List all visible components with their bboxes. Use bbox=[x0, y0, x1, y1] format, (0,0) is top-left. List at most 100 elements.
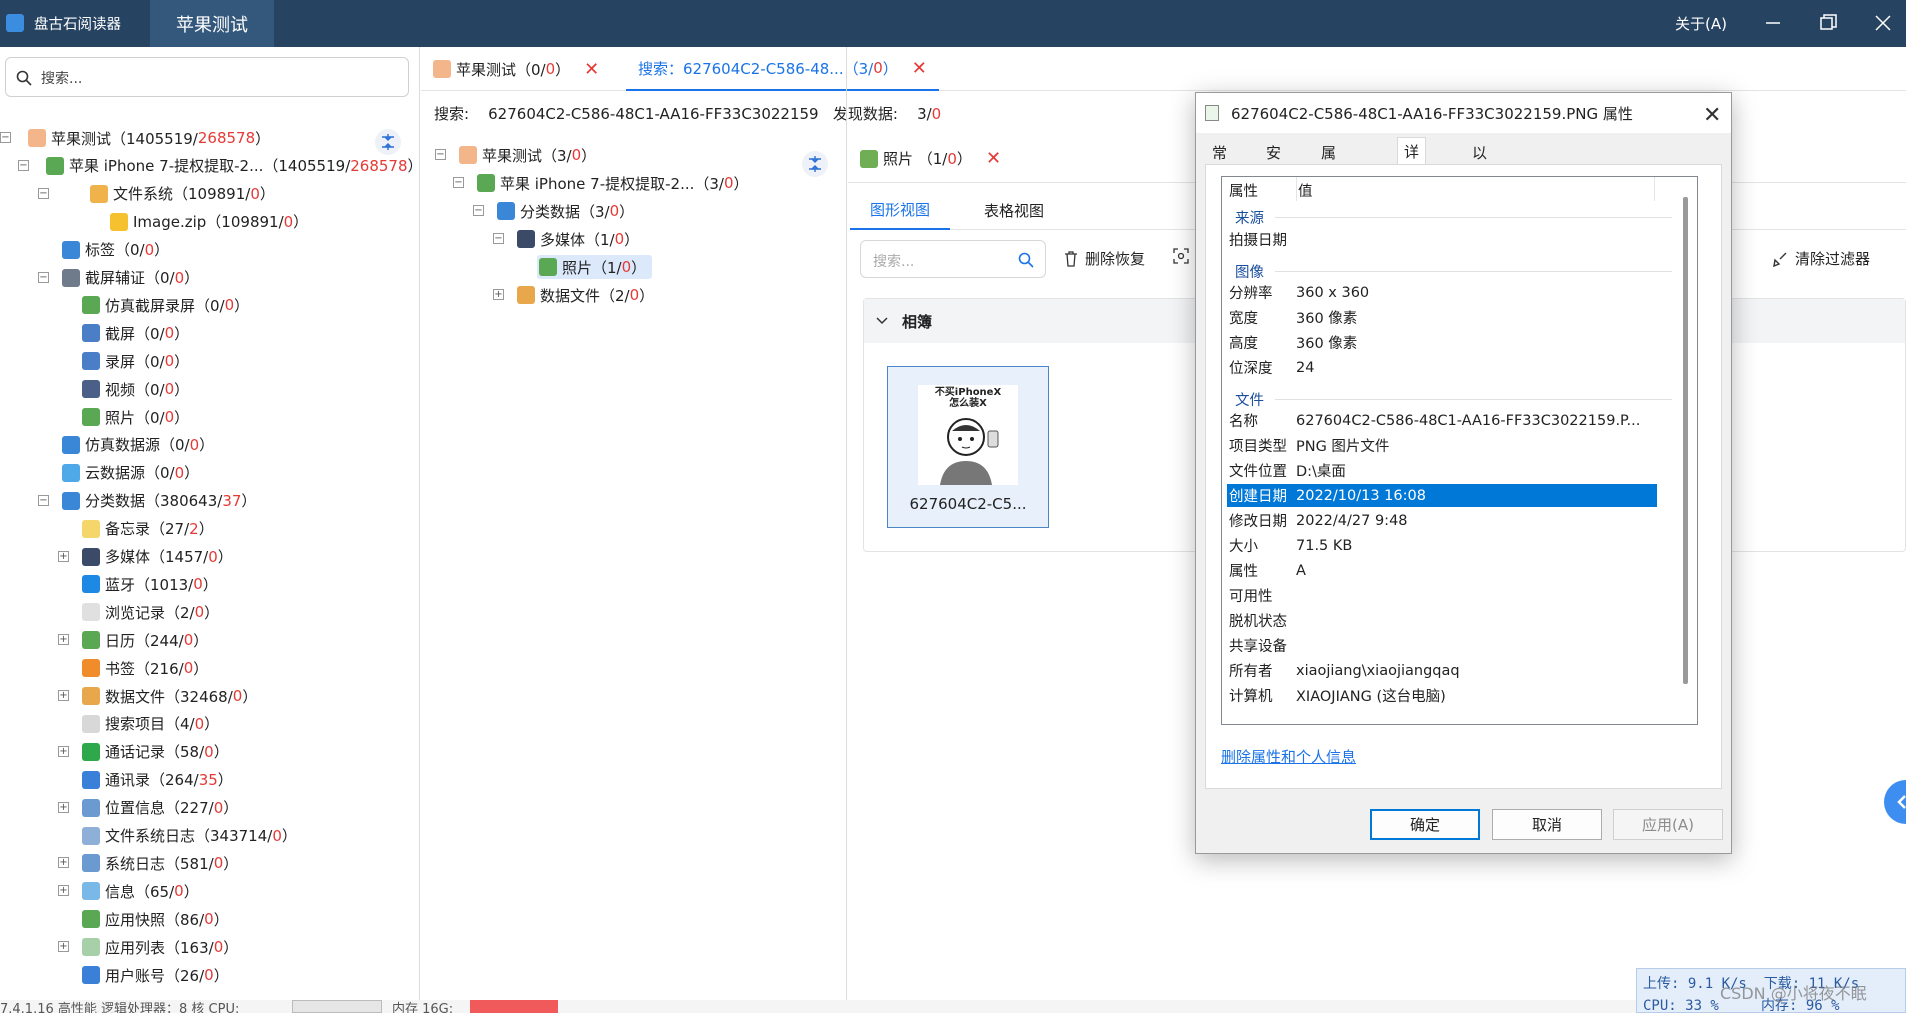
prop-row-selected[interactable]: 创建日期 2022/10/13 16:08 bbox=[1227, 484, 1657, 507]
tree-node[interactable]: 云数据源（0/0） bbox=[62, 461, 199, 485]
close-tab-icon[interactable]: ✕ bbox=[912, 58, 927, 79]
tree-node[interactable]: 数据文件（2/0） bbox=[517, 283, 654, 307]
property-list[interactable]: 属性 值 来源 拍摄日期 图像 分辨率 360 x 360 宽度 360 像素 高度… bbox=[1221, 176, 1698, 725]
tab-attr-modify[interactable]: 属性修改 bbox=[1315, 139, 1342, 225]
expand-toggle-icon[interactable]: + bbox=[58, 801, 69, 813]
minimize-icon[interactable] bbox=[1762, 12, 1784, 34]
tree-node[interactable]: 截屏（0/0） bbox=[82, 321, 189, 345]
tree-node[interactable]: 备忘录（27/2） bbox=[82, 517, 214, 541]
tree-node[interactable]: 搜索项目（4/0） bbox=[82, 712, 219, 736]
tree-search-input[interactable]: 搜索... bbox=[5, 57, 409, 97]
prop-row[interactable]: 共享设备 bbox=[1227, 634, 1657, 657]
prop-row[interactable]: 位深度 24 bbox=[1227, 356, 1657, 379]
expand-toggle-icon[interactable]: + bbox=[58, 857, 69, 869]
tree-node[interactable]: 位置信息（227/0） bbox=[82, 796, 238, 820]
tree-node[interactable]: 数据文件（32468/0） bbox=[82, 684, 257, 708]
tab-table-view[interactable]: 表格视图 bbox=[968, 190, 1060, 230]
tab-security[interactable]: 安全 bbox=[1260, 139, 1287, 183]
prop-row[interactable]: 拍摄日期 bbox=[1227, 228, 1657, 251]
screenshot-icon[interactable] bbox=[1173, 248, 1189, 264]
close-window-icon[interactable] bbox=[1872, 12, 1894, 34]
tree-node[interactable]: 多媒体（1/0） bbox=[517, 227, 639, 251]
tree-node[interactable]: 通讯录（264/35） bbox=[82, 768, 233, 792]
tree-node[interactable]: 应用快照（86/0） bbox=[82, 907, 229, 931]
collapse-toggle-icon[interactable]: − bbox=[18, 159, 29, 171]
apply-button[interactable]: 应用(A) bbox=[1613, 809, 1723, 840]
tree-node[interactable]: Image.zip（109891/0） bbox=[110, 210, 308, 234]
tree-node[interactable]: 录屏（0/0） bbox=[82, 349, 189, 373]
tree-node[interactable]: 照片（0/0） bbox=[82, 405, 189, 429]
expand-toggle-icon[interactable]: + bbox=[58, 634, 69, 646]
tab-previous-versions[interactable]: 以前的版本 bbox=[1466, 139, 1493, 246]
remove-properties-link[interactable]: 删除属性和个人信息 bbox=[1221, 746, 1356, 767]
prop-row[interactable]: 所有者 xiaojiang\xiaojiangqaq bbox=[1227, 659, 1657, 682]
ok-button[interactable]: 确定 bbox=[1370, 809, 1480, 840]
tree-node[interactable]: 苹果 iPhone 7-提权提取-2...（1405519/268578） bbox=[46, 154, 423, 178]
prop-row[interactable]: 大小 71.5 KB bbox=[1227, 534, 1657, 557]
tree-node[interactable]: 仿真截屏录屏（0/0） bbox=[82, 293, 249, 317]
tree-node[interactable]: 仿真数据源（0/0） bbox=[62, 433, 214, 457]
tab-graphic-view[interactable]: 图形视图 bbox=[850, 190, 951, 230]
prop-row[interactable]: 宽度 360 像素 bbox=[1227, 306, 1657, 329]
tree-node[interactable]: 苹果测试（1405519/268578） bbox=[28, 126, 270, 150]
expand-toggle-icon[interactable]: + bbox=[58, 550, 69, 562]
prop-row[interactable]: 计算机 XIAOJIANG (这台电脑) bbox=[1227, 684, 1657, 707]
tree-node[interactable]: 视频（0/0） bbox=[82, 377, 189, 401]
expand-toggle-icon[interactable]: + bbox=[58, 941, 69, 953]
collapse-all-icon[interactable] bbox=[802, 151, 828, 177]
tree-node[interactable]: 文件系统（109891/0） bbox=[90, 182, 275, 206]
prop-row[interactable]: 项目类型 PNG 图片文件 bbox=[1227, 434, 1657, 457]
maximize-icon[interactable] bbox=[1817, 12, 1839, 34]
collapse-toggle-icon[interactable]: − bbox=[473, 205, 484, 216]
prop-row[interactable]: 属性 A bbox=[1227, 559, 1657, 582]
prop-row[interactable]: 脱机状态 bbox=[1227, 609, 1657, 632]
clear-filter-button[interactable]: 清除过滤器 bbox=[1772, 248, 1870, 269]
collapse-toggle-icon[interactable]: − bbox=[453, 177, 464, 188]
collapse-toggle-icon[interactable]: − bbox=[435, 149, 446, 160]
expand-toggle-icon[interactable]: + bbox=[58, 745, 69, 757]
tree-node[interactable]: 文件系统日志（343714/0） bbox=[82, 824, 297, 848]
delete-recover-button[interactable]: 删除恢复 bbox=[1064, 248, 1145, 269]
prop-row[interactable]: 名称 627604C2-C586-48C1-AA16-FF33C3022159.P… bbox=[1227, 409, 1657, 432]
prop-row[interactable]: 可用性 bbox=[1227, 584, 1657, 607]
prop-row[interactable]: 分辨率 360 x 360 bbox=[1227, 281, 1657, 304]
close-icon[interactable]: ✕ bbox=[1703, 103, 1721, 128]
collapse-toggle-icon[interactable]: − bbox=[38, 494, 49, 506]
tree-node[interactable]: 日历（244/0） bbox=[82, 628, 208, 652]
photo-thumbnail[interactable]: 不买iPhoneX 怎么装X 627604C2-C5... bbox=[887, 366, 1049, 528]
collapse-toggle-icon[interactable]: − bbox=[38, 271, 49, 283]
collapse-all-icon[interactable] bbox=[375, 129, 401, 155]
filter-search-input[interactable]: 搜索... bbox=[860, 240, 1046, 278]
tree-node[interactable]: 多媒体（1457/0） bbox=[82, 545, 233, 569]
tree-node[interactable]: 标签（0/0） bbox=[62, 238, 169, 262]
chevron-left-icon[interactable] bbox=[1884, 780, 1906, 824]
tree-node[interactable]: 书签（216/0） bbox=[82, 656, 208, 680]
tree-node[interactable]: 蓝牙（1013/0） bbox=[82, 572, 218, 596]
tree-node[interactable]: 分类数据（3/0） bbox=[497, 199, 634, 223]
tree-node[interactable]: 信息（65/0） bbox=[82, 879, 199, 903]
collapse-toggle-icon[interactable]: − bbox=[493, 233, 504, 244]
tab-details[interactable]: 详细信息 bbox=[1397, 137, 1427, 224]
tab-general[interactable]: 常规 bbox=[1206, 139, 1233, 183]
prop-row[interactable]: 高度 360 像素 bbox=[1227, 331, 1657, 354]
close-tab-icon[interactable]: ✕ bbox=[986, 148, 1001, 169]
tree-node[interactable]: 照片（1/0） bbox=[537, 255, 653, 279]
collapse-toggle-icon[interactable]: − bbox=[0, 132, 11, 143]
cancel-button[interactable]: 取消 bbox=[1492, 809, 1602, 840]
tree-node[interactable]: 截屏辅证（0/0） bbox=[62, 266, 199, 290]
tree-node[interactable]: 苹果测试（3/0） bbox=[459, 143, 596, 167]
about-menu[interactable]: 关于(A) bbox=[1675, 13, 1727, 34]
tree-node[interactable]: 应用列表（163/0） bbox=[82, 935, 238, 959]
scrollbar[interactable] bbox=[1683, 197, 1688, 684]
tree-node[interactable]: 用户账号（26/0） bbox=[82, 963, 229, 987]
tree-node[interactable]: 浏览记录（2/0） bbox=[82, 600, 219, 624]
tree-node[interactable]: 通话记录（58/0） bbox=[82, 740, 229, 764]
tree-node[interactable]: 苹果 iPhone 7-提权提取-2...（3/0） bbox=[477, 171, 749, 195]
prop-row[interactable]: 文件位置 D:\桌面 bbox=[1227, 459, 1657, 482]
collapse-toggle-icon[interactable]: − bbox=[38, 187, 49, 199]
case-tab[interactable]: 苹果测试 bbox=[150, 0, 274, 47]
expand-toggle-icon[interactable]: + bbox=[58, 885, 69, 897]
expand-toggle-icon[interactable]: + bbox=[58, 690, 69, 701]
tab-photos[interactable]: 照片 （1/0） ✕ bbox=[860, 148, 1001, 169]
tree-node[interactable]: 分类数据（380643/37） bbox=[62, 489, 256, 513]
